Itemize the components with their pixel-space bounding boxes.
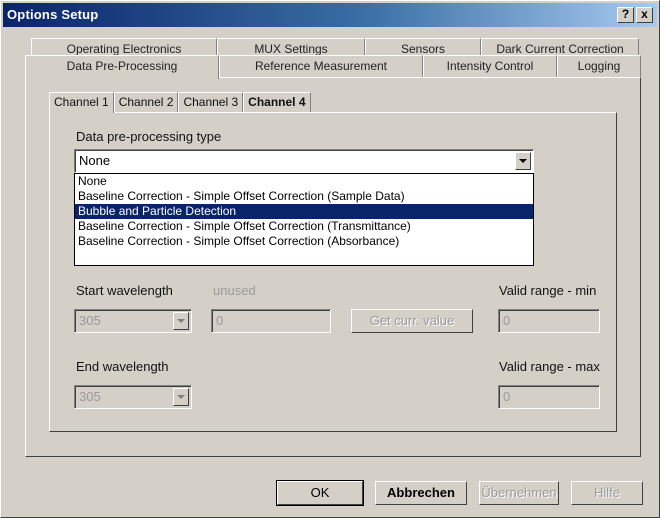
close-icon[interactable]: x — [636, 7, 653, 23]
start-wavelength-value: 305 — [79, 313, 101, 328]
unused-field[interactable]: 0 — [211, 309, 331, 333]
option-baseline-sample-data[interactable]: Baseline Correction - Simple Offset Corr… — [75, 189, 533, 204]
ok-button[interactable]: OK — [276, 480, 364, 506]
tab-data-pre-processing[interactable]: Data Pre-Processing — [25, 55, 219, 79]
window-title: Options Setup — [7, 7, 99, 22]
tab-channel-1[interactable]: Channel 1 — [49, 92, 114, 113]
tab-channel-2[interactable]: Channel 2 — [113, 92, 179, 112]
title-bar[interactable]: Options Setup ? x — [3, 3, 657, 27]
start-wavelength-label: Start wavelength — [76, 283, 173, 298]
valid-range-min-label: Valid range - min — [499, 283, 597, 298]
chevron-down-icon — [177, 395, 185, 399]
end-wavelength-label: End wavelength — [76, 359, 169, 374]
end-wavelength-value: 305 — [79, 389, 101, 404]
chevron-down-icon — [519, 159, 527, 163]
cancel-button[interactable]: Abbrechen — [375, 481, 467, 505]
tab-logging[interactable]: Logging — [557, 55, 641, 78]
valid-range-min-field[interactable]: 0 — [498, 309, 600, 333]
valid-range-max-field[interactable]: 0 — [498, 385, 600, 409]
preprocessing-type-select[interactable]: None — [74, 149, 534, 173]
apply-button[interactable]: Übernehmen — [479, 481, 559, 505]
option-bubble-particle-detection[interactable]: Bubble and Particle Detection — [75, 204, 533, 219]
help-button[interactable]: Hilfe — [571, 481, 643, 505]
preprocessing-dropdown-button[interactable] — [515, 152, 531, 170]
option-baseline-absorbance[interactable]: Baseline Correction - Simple Offset Corr… — [75, 234, 533, 249]
help-icon[interactable]: ? — [617, 7, 634, 23]
tab-intensity-control[interactable]: Intensity Control — [423, 55, 557, 78]
option-baseline-transmittance[interactable]: Baseline Correction - Simple Offset Corr… — [75, 219, 533, 234]
end-wavelength-select[interactable]: 305 — [74, 385, 192, 409]
tab-channel-3[interactable]: Channel 3 — [178, 92, 244, 112]
channel-tabs: Channel 1 Channel 2 Channel 3 Channel 4 — [49, 92, 311, 113]
option-none[interactable]: None — [75, 174, 533, 189]
chevron-down-icon — [177, 319, 185, 323]
get-current-value-button[interactable]: Get curr. value — [351, 309, 473, 333]
valid-range-max-label: Valid range - max — [499, 359, 600, 374]
start-wavelength-select[interactable]: 305 — [74, 309, 192, 333]
end-wavelength-dropdown-button[interactable] — [173, 388, 189, 406]
unused-label: unused — [213, 283, 256, 298]
options-setup-dialog: Options Setup ? x Operating Electronics … — [0, 0, 660, 518]
preprocessing-type-value: None — [79, 153, 111, 168]
tab-reference-measurement[interactable]: Reference Measurement — [219, 55, 423, 78]
preprocessing-options-list: None Baseline Correction - Simple Offset… — [74, 173, 534, 266]
tab-channel-4[interactable]: Channel 4 — [243, 92, 311, 112]
start-wavelength-dropdown-button[interactable] — [173, 312, 189, 330]
tab-row-2: Data Pre-Processing Reference Measuremen… — [25, 55, 641, 79]
preprocessing-type-label: Data pre-processing type — [76, 129, 222, 144]
